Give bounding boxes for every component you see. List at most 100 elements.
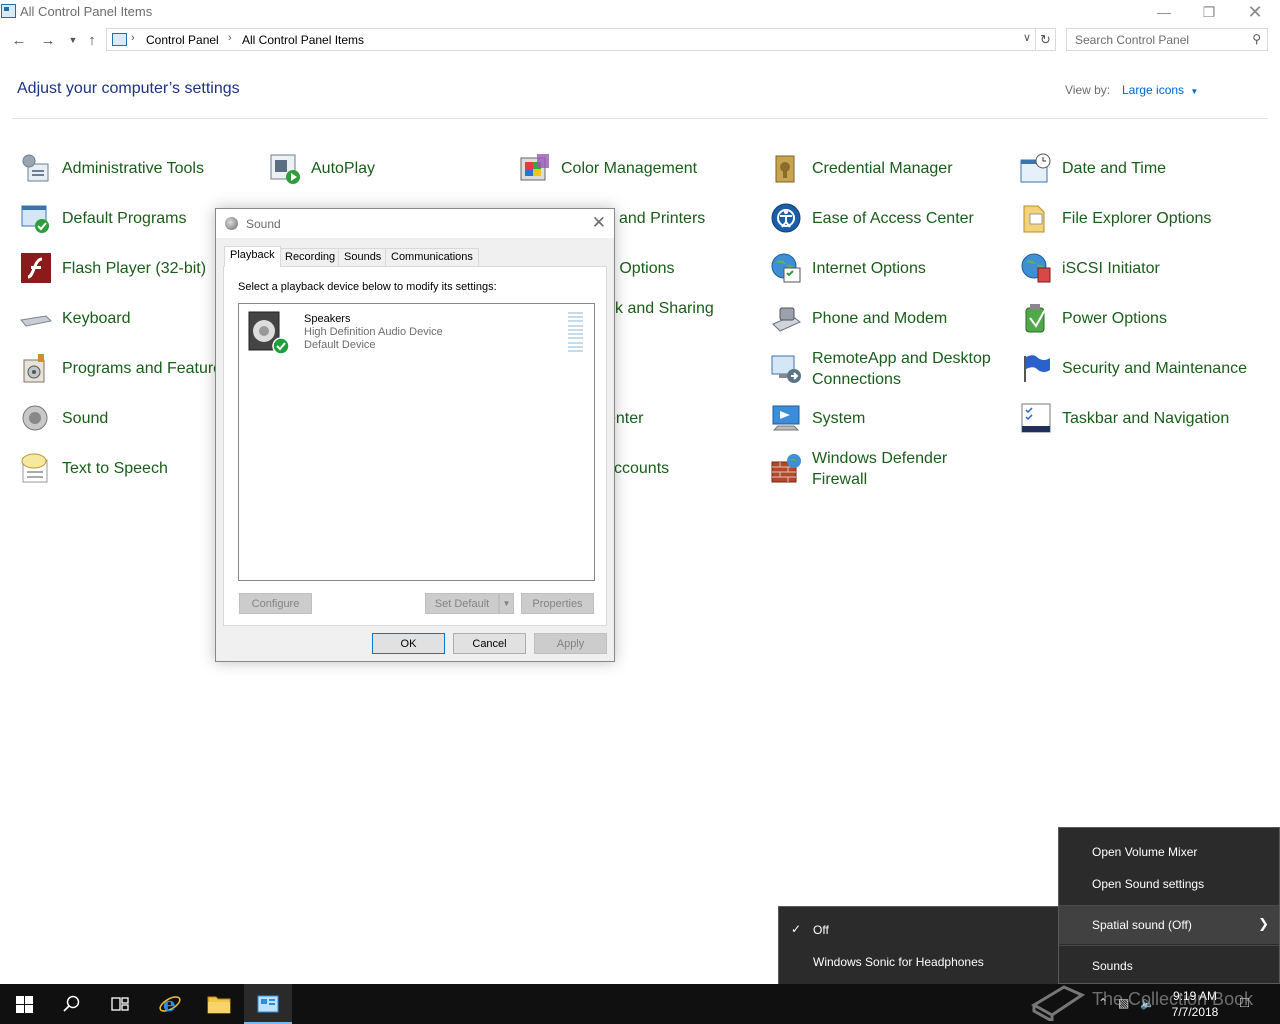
breadcrumb-all-items[interactable]: All Control Panel Items: [242, 33, 364, 47]
task-view-button[interactable]: [96, 984, 144, 1024]
menu-open-sound-settings[interactable]: Open Sound settings: [1092, 877, 1204, 891]
menu-open-volume-mixer[interactable]: Open Volume Mixer: [1092, 845, 1197, 859]
search-button[interactable]: [48, 984, 96, 1024]
caret-down-icon[interactable]: ▼: [1190, 87, 1198, 96]
item-administrative-tools[interactable]: Administrative Tools: [20, 146, 260, 190]
sound-dialog: Sound ✕ Playback Recording Sounds Commun…: [215, 208, 615, 662]
submenu-off[interactable]: Off: [813, 923, 829, 937]
item-file-explorer-options[interactable]: File Explorer Options: [1020, 196, 1260, 240]
recent-locations-chevron-icon[interactable]: ▼: [63, 30, 83, 50]
item-label[interactable]: Power Options: [1062, 308, 1167, 329]
item-remoteapp[interactable]: RemoteApp and Desktop Connections: [770, 346, 1010, 390]
item-label[interactable]: Ease of Access Center: [812, 208, 974, 229]
item-ease-of-access[interactable]: Ease of Access Center: [770, 196, 1010, 240]
system-icon: [772, 405, 800, 431]
item-label[interactable]: RemoteApp and Desktop Connections: [812, 348, 1002, 390]
item-label[interactable]: Keyboard: [62, 308, 131, 329]
menu-separator: [1059, 945, 1279, 946]
properties-button[interactable]: Properties: [521, 593, 594, 614]
up-arrow-icon[interactable]: ↑: [82, 30, 102, 50]
tab-sounds[interactable]: Sounds: [338, 248, 388, 266]
checkmark-icon: ✓: [791, 922, 802, 936]
item-label[interactable]: Phone and Modem: [812, 308, 947, 329]
menu-spatial-sound[interactable]: Spatial sound (Off): [1092, 918, 1192, 932]
tab-playback[interactable]: Playback: [224, 246, 281, 267]
set-default-button[interactable]: Set Default: [425, 593, 499, 614]
item-system[interactable]: System: [770, 396, 1010, 440]
forward-arrow-icon[interactable]: →: [38, 30, 58, 50]
search-input[interactable]: [1067, 29, 1245, 50]
item-color-management[interactable]: Color Management: [519, 146, 759, 190]
item-label[interactable]: Windows Defender Firewall: [812, 448, 1002, 490]
date-time-icon: [1020, 153, 1051, 183]
item-label[interactable]: Sound: [62, 408, 108, 429]
view-by-dropdown[interactable]: Large icons ▼: [1122, 83, 1198, 97]
item-label[interactable]: Text to Speech: [62, 458, 168, 479]
tab-communications[interactable]: Communications: [385, 248, 479, 266]
close-icon[interactable]: ✕: [592, 213, 606, 233]
item-label[interactable]: Programs and Features: [62, 358, 230, 379]
text-to-speech-icon: [21, 453, 48, 483]
cancel-button[interactable]: Cancel: [453, 633, 526, 654]
dialog-title-bar[interactable]: Sound ✕: [216, 209, 614, 238]
item-taskbar-and-navigation[interactable]: Taskbar and Navigation: [1020, 396, 1260, 440]
color-management-icon: [520, 154, 549, 181]
item-label[interactable]: k and Sharing: [615, 298, 714, 319]
item-label[interactable]: Taskbar and Navigation: [1062, 408, 1229, 429]
file-explorer-button[interactable]: [195, 984, 243, 1024]
item-date-and-time[interactable]: Date and Time: [1020, 146, 1260, 190]
minimize-button[interactable]: —: [1141, 0, 1187, 24]
submenu-windows-sonic[interactable]: Windows Sonic for Headphones: [813, 955, 984, 969]
close-button[interactable]: ✕: [1232, 0, 1278, 24]
refresh-icon[interactable]: ↻: [1036, 28, 1056, 51]
ok-button[interactable]: OK: [372, 633, 445, 654]
view-by-value[interactable]: Large icons: [1122, 83, 1184, 97]
configure-button[interactable]: Configure: [239, 593, 312, 614]
item-label[interactable]: ccounts: [614, 458, 669, 479]
item-label[interactable]: Flash Player (32-bit): [62, 258, 206, 279]
flag-icon: [1024, 355, 1050, 382]
breadcrumb-control-panel[interactable]: Control Panel: [146, 33, 219, 47]
item-label[interactable]: System: [812, 408, 865, 429]
item-autoplay[interactable]: AutoPlay: [269, 146, 509, 190]
item-label[interactable]: Internet Options: [812, 258, 926, 279]
item-label[interactable]: File Explorer Options: [1062, 208, 1211, 229]
search-box[interactable]: ⚲: [1066, 28, 1268, 51]
apply-button[interactable]: Apply: [534, 633, 607, 654]
file-explorer-options-icon: [1023, 205, 1045, 233]
item-label[interactable]: iSCSI Initiator: [1062, 258, 1160, 279]
item-credential-manager[interactable]: Credential Manager: [770, 146, 1010, 190]
item-label[interactable]: Default Programs: [62, 208, 187, 229]
chevron-right-icon[interactable]: ❯: [1258, 916, 1269, 932]
chevron-right-icon[interactable]: ›: [228, 32, 232, 44]
set-default-dropdown[interactable]: ▼: [499, 593, 514, 614]
internet-explorer-button[interactable]: e: [146, 984, 194, 1024]
item-label[interactable]: and Printers: [619, 208, 705, 229]
item-label[interactable]: Administrative Tools: [62, 158, 204, 179]
chevron-right-icon[interactable]: ›: [131, 32, 135, 44]
item-label[interactable]: Date and Time: [1062, 158, 1166, 179]
item-security-and-maintenance[interactable]: Security and Maintenance: [1020, 346, 1260, 390]
menu-sounds[interactable]: Sounds: [1092, 959, 1133, 973]
back-arrow-icon[interactable]: ←: [9, 30, 29, 50]
item-iscsi-initiator[interactable]: iSCSI Initiator: [1020, 246, 1260, 290]
caret-down-icon[interactable]: ▼: [503, 599, 511, 608]
item-label[interactable]: AutoPlay: [311, 158, 375, 179]
item-label[interactable]: g Options: [606, 258, 674, 279]
tab-recording[interactable]: Recording: [279, 248, 342, 266]
start-button[interactable]: [0, 984, 48, 1024]
item-label[interactable]: Color Management: [561, 158, 697, 179]
item-phone-and-modem[interactable]: Phone and Modem: [770, 296, 1010, 340]
item-power-options[interactable]: Power Options: [1020, 296, 1260, 340]
item-label[interactable]: Security and Maintenance: [1062, 358, 1247, 379]
page-title: Adjust your computer’s settings: [17, 80, 240, 97]
control-panel-taskbar-button[interactable]: [244, 984, 292, 1024]
device-list[interactable]: Speakers High Definition Audio Device De…: [238, 303, 595, 581]
item-windows-firewall[interactable]: Windows Defender Firewall: [770, 446, 1010, 490]
item-internet-options[interactable]: Internet Options: [770, 246, 1010, 290]
search-icon[interactable]: ⚲: [1252, 32, 1261, 46]
address-bar[interactable]: › Control Panel › All Control Panel Item…: [106, 28, 1036, 51]
restore-button[interactable]: ❐: [1186, 0, 1232, 24]
item-label[interactable]: Credential Manager: [812, 158, 953, 179]
chevron-down-icon[interactable]: ∨: [1023, 31, 1031, 44]
